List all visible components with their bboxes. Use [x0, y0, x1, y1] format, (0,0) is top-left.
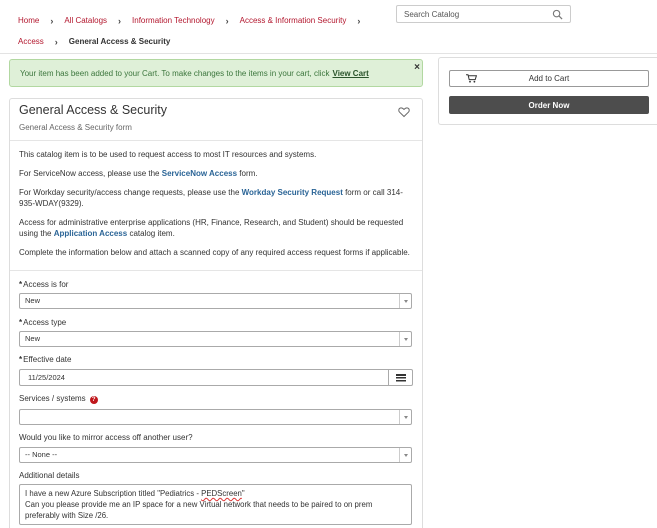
calendar-icon: [395, 373, 406, 381]
select-value: New: [25, 334, 41, 343]
breadcrumb-current: General Access & Security: [68, 36, 171, 46]
search-placeholder: Search Catalog: [404, 9, 460, 19]
help-icon[interactable]: ?: [89, 396, 98, 404]
mirror-access-select[interactable]: -- None --: [19, 447, 412, 463]
breadcrumb-home[interactable]: Home: [18, 11, 39, 31]
button-label: Add to Cart: [528, 74, 570, 83]
cart-icon: [466, 74, 477, 83]
desc-paragraph: Access for administrative enterprise app…: [19, 217, 417, 239]
page-subtitle: General Access & Security form: [19, 123, 132, 132]
access-for-label: *Access is for: [19, 280, 68, 289]
textarea-line: preferably with Size /26.: [25, 511, 109, 520]
additional-details-label: Additional details: [19, 471, 80, 480]
chevron-down-icon: [399, 294, 411, 308]
card-header: General Access & Security General Access…: [10, 99, 422, 141]
label-text: Services / systems: [19, 394, 86, 403]
desc-paragraph: For Workday security/access change reque…: [19, 187, 417, 209]
textarea-text: ": [241, 489, 245, 498]
item-description: This catalog item is to be used to reque…: [19, 149, 417, 266]
search-input[interactable]: Search Catalog: [396, 5, 571, 23]
label-text: Effective date: [23, 355, 72, 364]
services-label: Services / systems?: [19, 394, 98, 404]
spellcheck-word: PEDScreen: [201, 489, 242, 498]
breadcrumb-information-technology[interactable]: Information Technology: [132, 11, 215, 31]
search-icon[interactable]: [552, 9, 563, 20]
textarea-line: Can you please provide me an IP space fo…: [25, 500, 373, 509]
chevron-right-icon: ›: [225, 15, 229, 26]
desc-text: catalog item.: [127, 229, 175, 238]
select-value: New: [25, 296, 41, 305]
order-now-button[interactable]: Order Now: [449, 96, 649, 114]
textarea-line: I have a new Azure Subscription titled "…: [25, 488, 406, 499]
access-for-select[interactable]: New: [19, 293, 412, 309]
desc-text: form.: [237, 169, 258, 178]
header-divider: [0, 53, 657, 54]
heart-icon[interactable]: [398, 106, 410, 118]
access-type-select[interactable]: New: [19, 331, 412, 347]
success-alert: Your item has been added to your Cart. T…: [9, 59, 423, 87]
close-icon[interactable]: ×: [414, 62, 420, 73]
breadcrumb-all-catalogs[interactable]: All Catalogs: [64, 11, 107, 31]
chevron-right-icon: ›: [50, 15, 54, 26]
chevron-down-icon: [399, 410, 411, 424]
label-text: Access is for: [23, 280, 69, 289]
chevron-down-icon: [399, 332, 411, 346]
calendar-button[interactable]: [388, 369, 413, 386]
required-marker: *: [19, 355, 23, 364]
servicenow-access-link[interactable]: ServiceNow Access: [162, 169, 237, 178]
label-text: Access type: [23, 318, 67, 327]
required-marker: *: [19, 318, 23, 327]
mirror-access-label: Would you like to mirror access off anot…: [19, 433, 193, 442]
workday-security-request-link[interactable]: Workday Security Request: [242, 188, 343, 197]
breadcrumb-access[interactable]: Access: [18, 32, 44, 52]
catalog-item-card: General Access & Security General Access…: [9, 98, 423, 528]
desc-paragraph: Complete the information below and attac…: [19, 248, 410, 257]
alert-message: Your item has been added to your Cart. T…: [20, 68, 330, 78]
desc-text: For Workday security/access change reque…: [19, 188, 242, 197]
effective-date-label: *Effective date: [19, 355, 71, 364]
additional-details-textarea[interactable]: I have a new Azure Subscription titled "…: [19, 484, 412, 525]
breadcrumb-access-information-security[interactable]: Access & Information Security: [240, 11, 347, 31]
chevron-right-icon: ›: [54, 36, 58, 47]
desc-paragraph: This catalog item is to be used to reque…: [19, 150, 317, 159]
add-to-cart-button[interactable]: Add to Cart: [449, 70, 649, 87]
chevron-down-icon: [399, 448, 411, 462]
services-select[interactable]: [19, 409, 412, 425]
select-value: -- None --: [25, 450, 58, 459]
section-divider: [10, 270, 422, 271]
breadcrumb: Home › All Catalogs › Information Techno…: [18, 10, 378, 52]
effective-date-input[interactable]: 11/25/2024: [19, 369, 389, 386]
chevron-right-icon: ›: [118, 15, 122, 26]
chevron-right-icon: ›: [357, 15, 361, 26]
application-access-link[interactable]: Application Access: [54, 229, 128, 238]
desc-text: For ServiceNow access, please use the: [19, 169, 162, 178]
order-panel: Add to Cart Order Now: [438, 57, 657, 125]
textarea-text: I have a new Azure Subscription titled "…: [25, 489, 202, 498]
access-type-label: *Access type: [19, 318, 66, 327]
required-marker: *: [19, 280, 23, 289]
page-title: General Access & Security: [19, 103, 167, 117]
desc-paragraph: For ServiceNow access, please use the Se…: [19, 168, 417, 179]
view-cart-link[interactable]: View Cart: [333, 69, 369, 78]
